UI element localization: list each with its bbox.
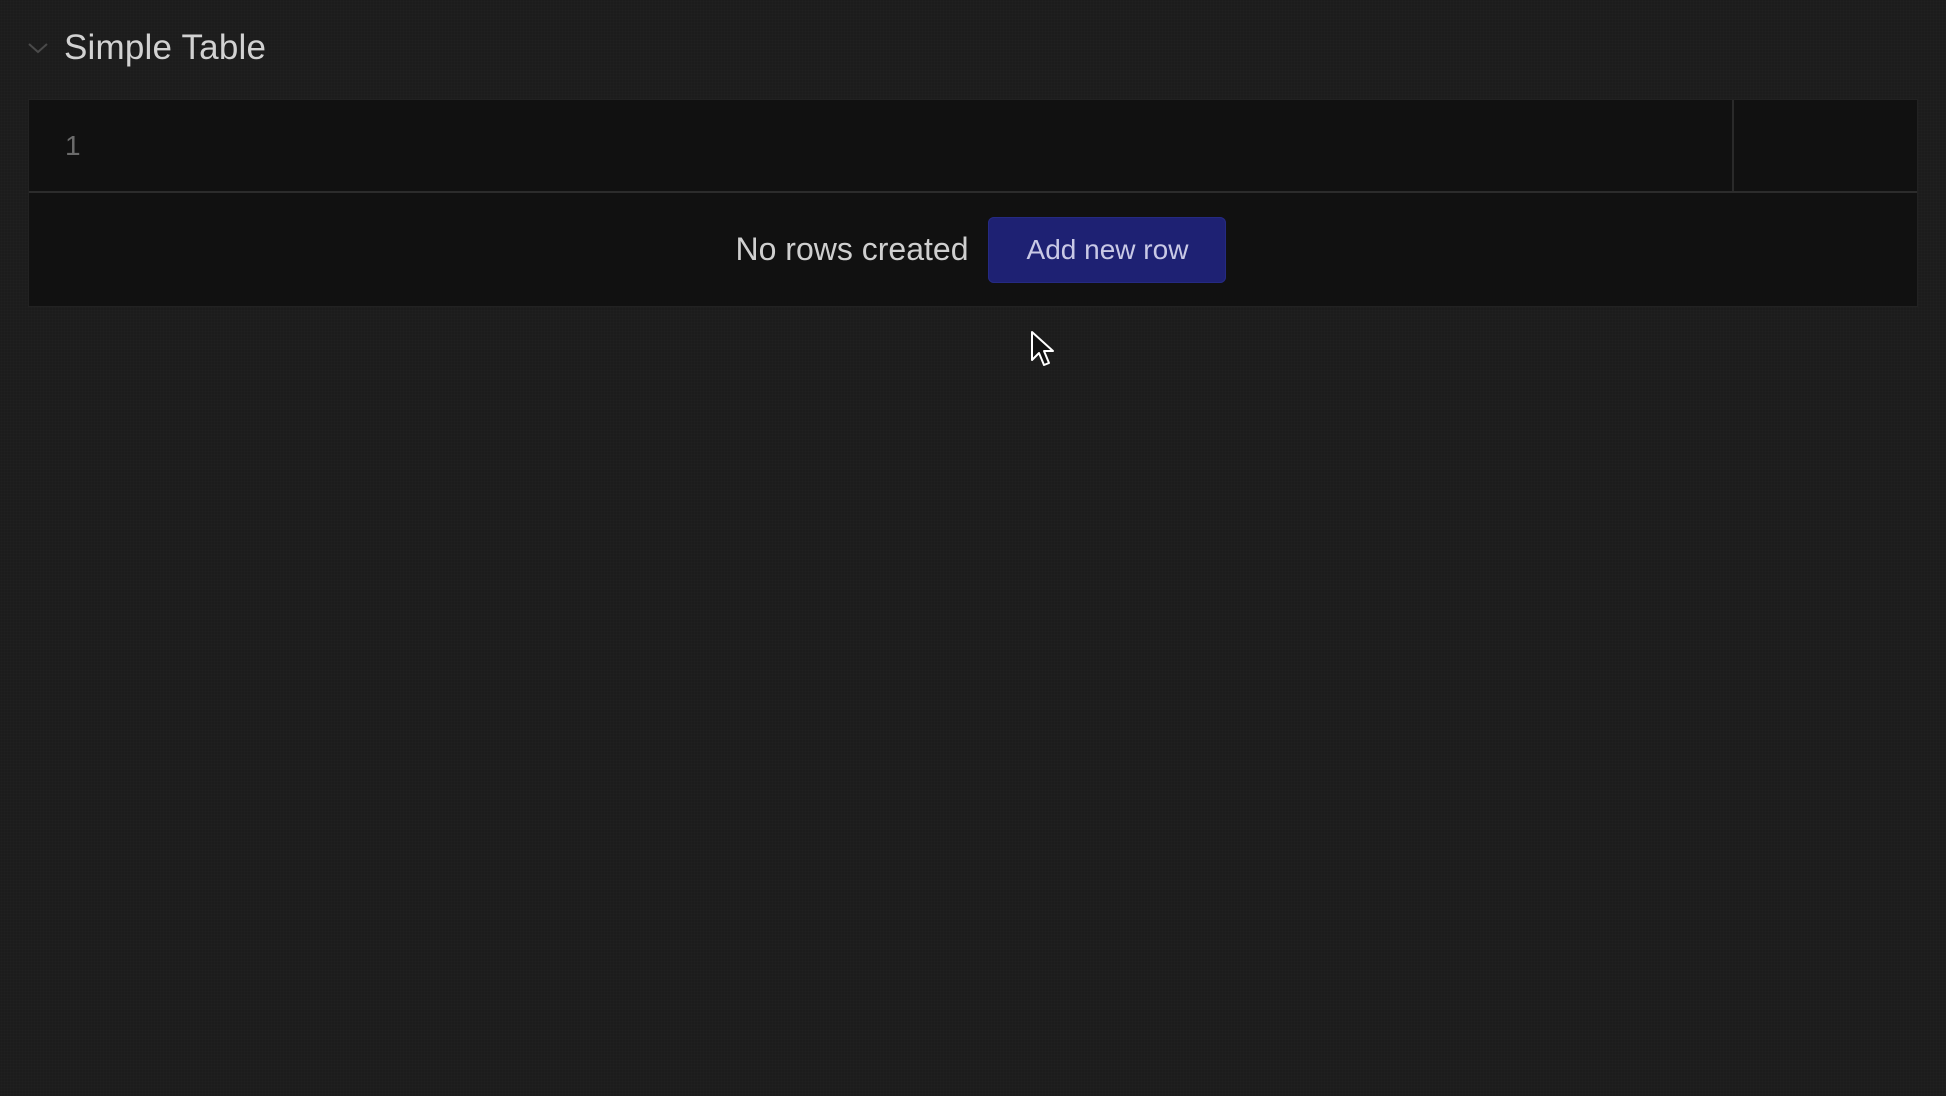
column-header-extra[interactable] [1734, 100, 1917, 191]
add-new-row-button[interactable]: Add new row [988, 216, 1227, 283]
section-title: Simple Table [64, 28, 267, 67]
page: Simple Table 1 No rows created Add new r… [0, 0, 1946, 1096]
empty-state-row: No rows created Add new row [29, 193, 1917, 306]
mouse-pointer-icon [1030, 330, 1056, 370]
column-header-label: 1 [65, 129, 81, 161]
table-header-row: 1 [29, 100, 1917, 193]
column-header-1[interactable]: 1 [29, 100, 1734, 191]
empty-state-message: No rows created [735, 231, 969, 267]
section-header: Simple Table [24, 22, 266, 74]
chevron-down-icon[interactable] [24, 34, 52, 62]
simple-table: 1 No rows created Add new row [28, 99, 1918, 307]
